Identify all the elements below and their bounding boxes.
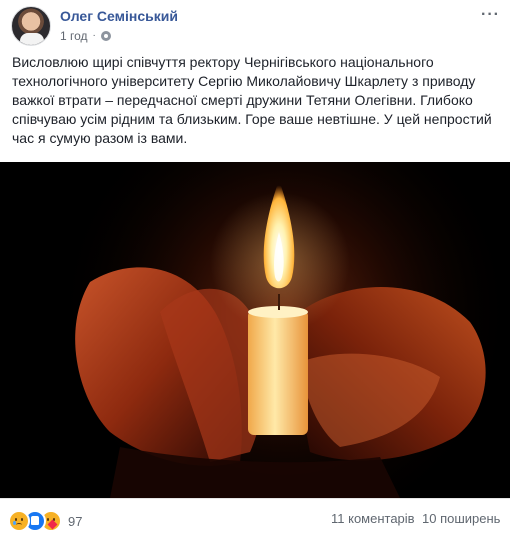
avatar-shirt (20, 33, 44, 45)
author-name[interactable]: Олег Семінський (60, 8, 178, 24)
privacy-globe-icon[interactable] (100, 31, 111, 41)
candle-in-hands-photo-icon (0, 162, 510, 498)
post-footer: 97 11 коментарів 10 поширень (0, 498, 510, 535)
sad-reaction-icon (8, 510, 30, 532)
post-time[interactable]: 1 год (60, 29, 88, 43)
avatar[interactable] (11, 6, 51, 46)
meta-separator: · (92, 30, 96, 41)
post-header: Олег Семінський 1 год · ··· (0, 0, 510, 52)
reaction-count[interactable]: 97 (68, 514, 82, 529)
post-text: Висловлюю щирі співчуття ректору Чернігі… (12, 54, 492, 146)
post-meta: 1 год · (60, 29, 111, 43)
reactions-summary[interactable]: 97 (8, 510, 82, 532)
more-options-button[interactable]: ··· (481, 6, 500, 24)
comments-count[interactable]: 11 коментарів (331, 511, 415, 526)
shares-count[interactable]: 10 поширень (422, 511, 500, 526)
post-photo[interactable] (0, 162, 510, 498)
